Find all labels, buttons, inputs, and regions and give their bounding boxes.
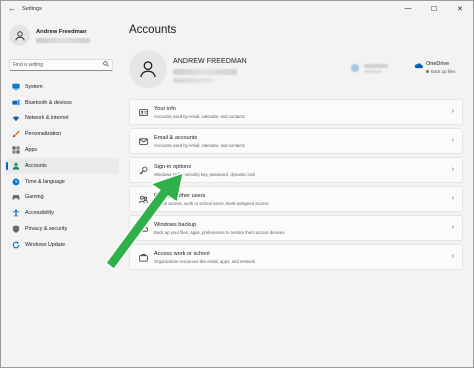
search-icon bbox=[103, 61, 109, 69]
mail-icon bbox=[139, 137, 148, 146]
sidebar-item-label: Bluetooth & devices bbox=[25, 99, 72, 106]
card-sign-in-options[interactable]: Sign-in options Windows Hello, security … bbox=[129, 157, 463, 183]
card-title: Email & accounts bbox=[154, 134, 198, 141]
sidebar-item-label: Privacy & security bbox=[25, 226, 68, 233]
card-subtitle: Accounts used by email, calendar, and co… bbox=[154, 113, 245, 119]
profile-name: Andrew Freedman bbox=[36, 28, 87, 35]
chevron-right-icon: › bbox=[451, 195, 454, 202]
maximize-button[interactable]: ☐ bbox=[421, 1, 447, 16]
profile-email-redacted bbox=[36, 37, 90, 43]
sidebar-item-personalization[interactable]: Personalization bbox=[5, 126, 119, 142]
shield-icon bbox=[12, 225, 20, 233]
account-type-redacted bbox=[173, 78, 213, 83]
person-card-icon bbox=[139, 108, 148, 117]
page-title: Accounts bbox=[129, 24, 177, 36]
monitor-icon bbox=[12, 83, 20, 91]
status-dot-icon bbox=[426, 70, 429, 73]
person-icon bbox=[14, 30, 25, 41]
chevron-right-icon: › bbox=[451, 108, 454, 115]
globe-clock-icon bbox=[12, 178, 20, 186]
onedrive-status[interactable]: OneDrive Back up files bbox=[414, 61, 455, 74]
avatar[interactable] bbox=[129, 50, 167, 88]
card-access-work-school[interactable]: Access work or school Organization resou… bbox=[129, 244, 463, 270]
key-icon bbox=[139, 166, 148, 175]
card-title: Sign-in options bbox=[154, 163, 192, 170]
sidebar-item-label: System bbox=[25, 83, 43, 90]
person-icon bbox=[12, 162, 20, 170]
card-title: Your info bbox=[154, 105, 176, 112]
card-subtitle: Back up your files, apps, preferences to… bbox=[154, 229, 285, 235]
family-icon bbox=[139, 195, 148, 204]
card-family-other-users[interactable]: Family & other users Device access, work… bbox=[129, 186, 463, 212]
backup-icon bbox=[139, 224, 148, 233]
sidebar-item-label: Apps bbox=[25, 147, 38, 154]
card-windows-backup[interactable]: Windows backup Back up your files, apps,… bbox=[129, 215, 463, 241]
card-email-accounts[interactable]: Email & accounts Accounts used by email,… bbox=[129, 128, 463, 154]
sidebar-nav: System Bluetooth & devices Network & int… bbox=[5, 79, 119, 253]
sidebar-item-label: Accessibility bbox=[25, 210, 54, 217]
accessibility-icon bbox=[12, 209, 20, 218]
back-button[interactable]: ← bbox=[5, 1, 19, 16]
minimize-button[interactable]: — bbox=[395, 1, 421, 16]
sidebar-item-accessibility[interactable]: Accessibility bbox=[5, 205, 119, 221]
gamepad-icon bbox=[12, 193, 20, 201]
account-name: ANDREW FREEDMAN bbox=[173, 58, 247, 65]
sidebar-item-accounts[interactable]: Accounts bbox=[5, 157, 119, 174]
person-icon bbox=[140, 61, 156, 78]
apps-icon bbox=[12, 146, 20, 154]
account-header: ANDREW FREEDMAN OneDrive Back up files bbox=[129, 50, 463, 94]
bluetooth-icon bbox=[12, 99, 20, 107]
onedrive-subtitle: Back up files bbox=[431, 69, 456, 74]
search-placeholder: Find a setting bbox=[13, 62, 44, 68]
sidebar: Andrew Freedman Find a setting System Bl… bbox=[1, 16, 123, 367]
update-icon bbox=[12, 241, 20, 249]
card-subtitle: Device access, work or school users, kio… bbox=[154, 200, 269, 206]
settings-card-list: Your info Accounts used by email, calend… bbox=[129, 99, 463, 273]
briefcase-icon bbox=[139, 253, 148, 262]
card-your-info[interactable]: Your info Accounts used by email, calend… bbox=[129, 99, 463, 125]
chevron-right-icon: › bbox=[451, 166, 454, 173]
brush-icon bbox=[12, 130, 20, 138]
close-button[interactable]: ✕ bbox=[447, 1, 473, 16]
avatar bbox=[9, 25, 30, 46]
settings-window: ← Settings — ☐ ✕ Andrew Freedman Find a … bbox=[0, 0, 474, 368]
card-subtitle: Windows Hello, security key, password, d… bbox=[154, 171, 256, 177]
search-input[interactable]: Find a setting bbox=[9, 59, 113, 71]
wifi-icon bbox=[12, 114, 20, 122]
chevron-right-icon: › bbox=[451, 137, 454, 144]
card-title: Windows backup bbox=[154, 221, 197, 228]
main-content: Accounts ANDREW FREEDMAN OneDrive Back u… bbox=[123, 16, 473, 367]
sidebar-profile[interactable]: Andrew Freedman bbox=[9, 25, 90, 46]
card-title: Access work or school bbox=[154, 250, 210, 257]
window-controls: — ☐ ✕ bbox=[395, 1, 473, 16]
window-title: Settings bbox=[22, 5, 42, 12]
sidebar-item-system[interactable]: System bbox=[5, 79, 119, 95]
title-bar: ← Settings — ☐ ✕ bbox=[1, 1, 473, 16]
sidebar-item-label: Windows Update bbox=[25, 241, 66, 248]
chevron-right-icon: › bbox=[451, 224, 454, 231]
sidebar-item-bluetooth[interactable]: Bluetooth & devices bbox=[5, 95, 119, 111]
card-title: Family & other users bbox=[154, 192, 206, 199]
sidebar-item-windows-update[interactable]: Windows Update bbox=[5, 237, 119, 253]
sidebar-item-label: Gaming bbox=[25, 194, 44, 201]
sidebar-item-label: Accounts bbox=[25, 162, 47, 169]
sidebar-item-privacy-security[interactable]: Privacy & security bbox=[5, 221, 119, 237]
redacted-status bbox=[351, 61, 393, 75]
card-subtitle: Accounts used by email, calendar, and co… bbox=[154, 142, 245, 148]
sidebar-item-label: Personalization bbox=[25, 131, 62, 138]
cloud-icon bbox=[414, 63, 423, 69]
sidebar-item-network[interactable]: Network & internet bbox=[5, 111, 119, 127]
sidebar-item-label: Time & language bbox=[25, 178, 65, 185]
card-subtitle: Organization resources like email, apps,… bbox=[154, 258, 256, 264]
sidebar-item-gaming[interactable]: Gaming bbox=[5, 190, 119, 206]
sidebar-item-apps[interactable]: Apps bbox=[5, 142, 119, 158]
sidebar-item-time-language[interactable]: Time & language bbox=[5, 174, 119, 190]
account-email-redacted bbox=[173, 69, 237, 75]
sidebar-item-label: Network & internet bbox=[25, 115, 69, 122]
chevron-right-icon: › bbox=[451, 253, 454, 260]
onedrive-title: OneDrive bbox=[426, 61, 450, 67]
